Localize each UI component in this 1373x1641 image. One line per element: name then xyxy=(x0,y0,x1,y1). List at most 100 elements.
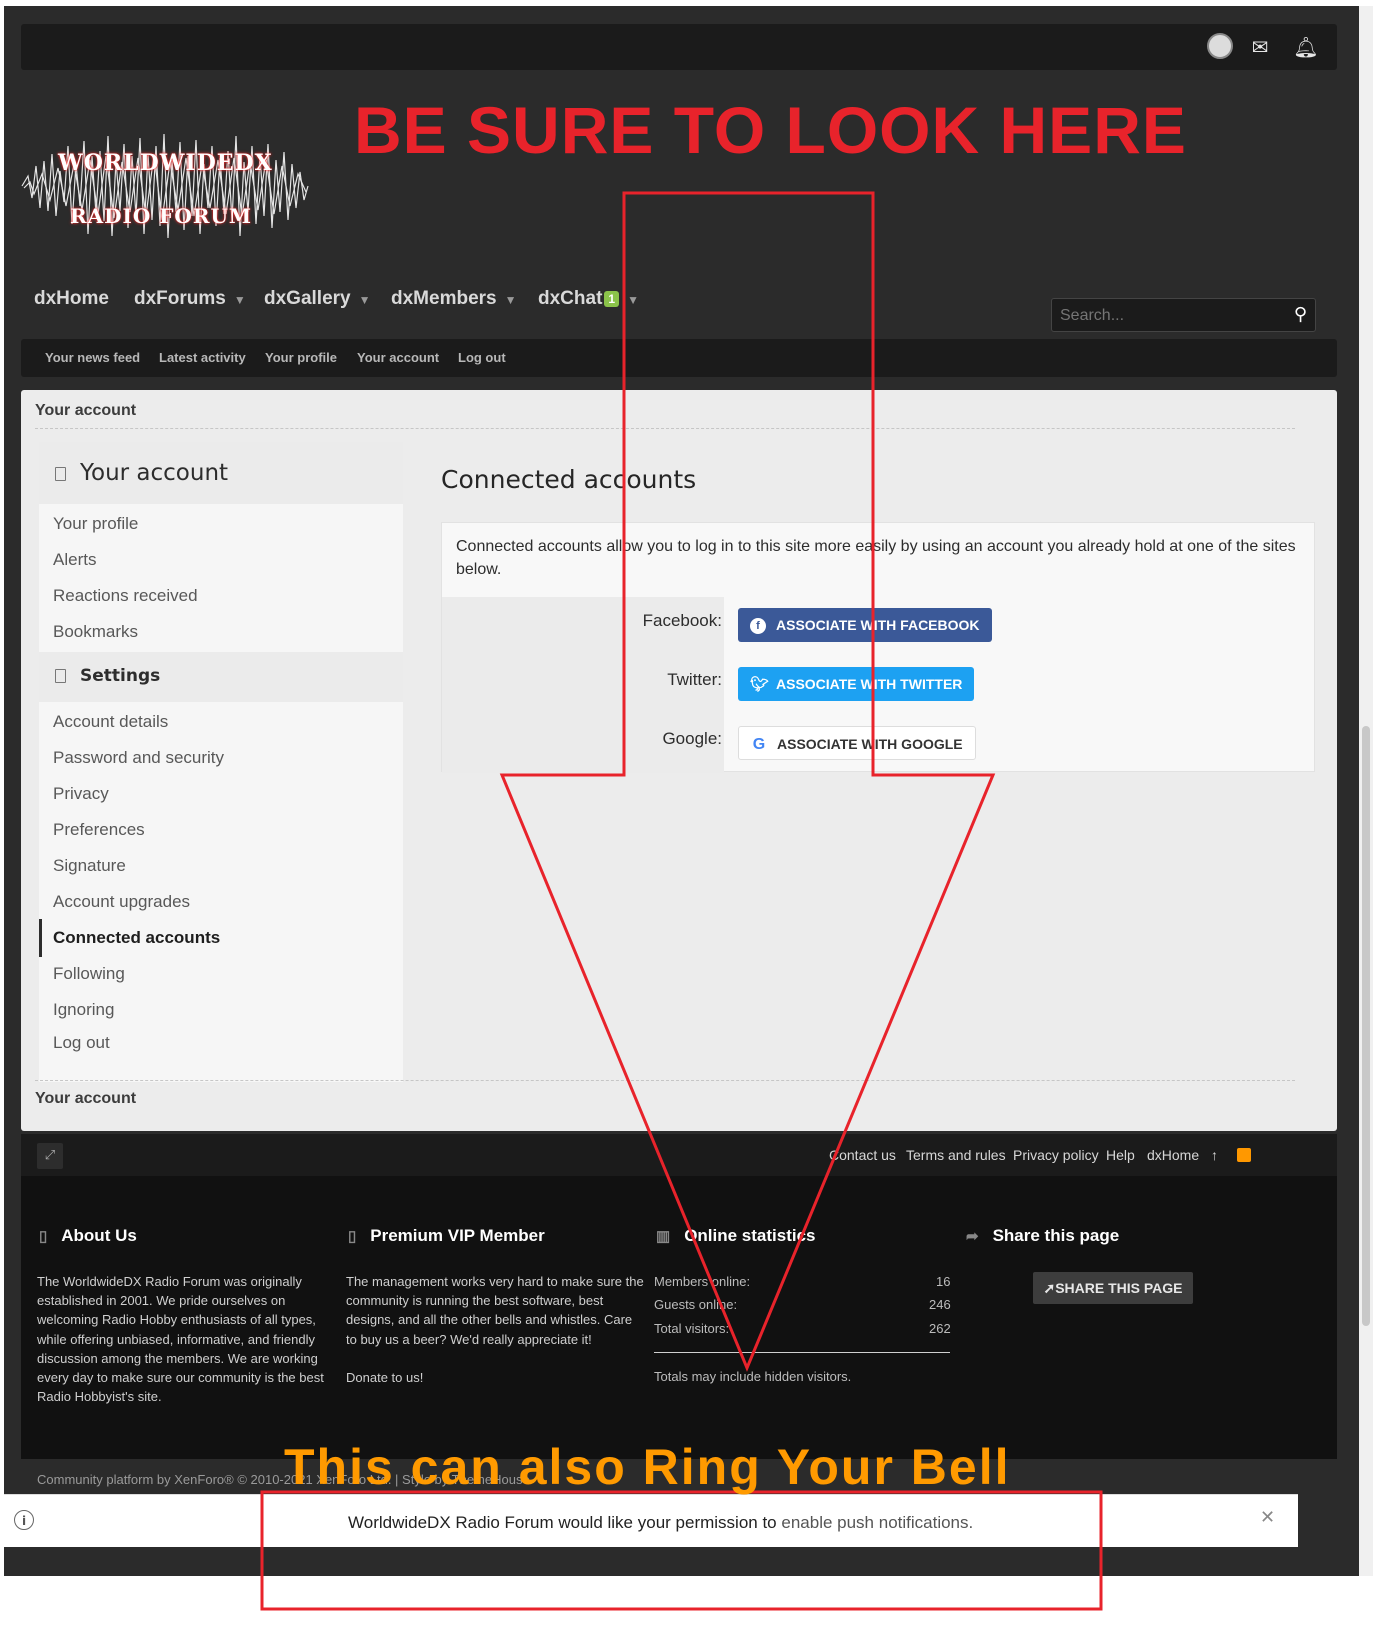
donate-link[interactable]: Donate to us! xyxy=(346,1370,423,1385)
subnav-latest-activity[interactable]: Latest activity xyxy=(159,350,246,365)
footer-link-dxhome[interactable]: dxHome xyxy=(1147,1147,1199,1163)
sidebar-item-account-details[interactable]: Account details xyxy=(53,712,168,732)
nav-dxgallery[interactable]: dxGallery ▼ xyxy=(264,288,371,310)
caret-down-icon[interactable]: ▼ xyxy=(359,293,371,307)
waveform-graphic xyxy=(21,133,309,239)
nav-label: dxChat xyxy=(538,288,603,309)
push-notification-bar: i WorldwideDX Radio Forum would like you… xyxy=(4,1494,1298,1547)
sidebar-item-following[interactable]: Following xyxy=(53,964,125,984)
enable-push-link[interactable]: enable push notifications. xyxy=(781,1513,973,1532)
sidebar-item-preferences[interactable]: Preferences xyxy=(53,820,145,840)
sidebar-item-password-security[interactable]: Password and security xyxy=(53,748,224,768)
stat-label: Total visitors: xyxy=(654,1321,730,1336)
document-icon: ▯ xyxy=(348,1228,357,1245)
document-icon xyxy=(55,669,66,683)
footer-link-contact[interactable]: Contact us xyxy=(829,1147,896,1163)
button-label: SHARE THIS PAGE xyxy=(1055,1280,1183,1296)
associate-facebook-button[interactable]: f ASSOCIATE WITH FACEBOOK xyxy=(738,608,992,642)
stats-title: ▥ Online statistics xyxy=(656,1226,816,1246)
breadcrumb-top[interactable]: Your account xyxy=(35,402,136,420)
search-icon[interactable]: ⚲ xyxy=(1294,304,1307,325)
active-indicator xyxy=(39,919,42,957)
scrollbar[interactable] xyxy=(1359,6,1373,1576)
nav-dxchat[interactable]: dxChat 1 ▼ xyxy=(538,288,639,310)
nav-label: dxHome xyxy=(34,288,109,309)
vip-text: The management works very hard to make s… xyxy=(346,1272,646,1387)
sidebar-item-reactions[interactable]: Reactions received xyxy=(53,586,198,606)
scrollbar-thumb[interactable] xyxy=(1362,726,1370,1326)
site-logo[interactable]: WORLDWIDEDX RADIO FORUM xyxy=(20,116,310,256)
caret-down-icon[interactable]: ▼ xyxy=(505,293,517,307)
arrow-up-icon[interactable]: ↑ xyxy=(1211,1147,1218,1163)
annotation-ring-text: This can also Ring Your Bell xyxy=(284,1439,1011,1495)
document-icon xyxy=(55,466,66,481)
nav-label: dxForums xyxy=(134,288,226,309)
account-content: Your account Your account Your profile A… xyxy=(21,390,1337,1131)
sidebar-item-alerts[interactable]: Alerts xyxy=(53,550,96,570)
stat-value: 16 xyxy=(936,1274,951,1289)
search-input[interactable] xyxy=(1052,299,1287,333)
sidebar-header-label: Your account xyxy=(80,460,229,486)
stats-note: Totals may include hidden visitors. xyxy=(654,1369,852,1384)
page-frame: ✉ 🔔︎ WORLDWIDEDX RADIO FORUM BE SURE TO … xyxy=(4,6,1370,1576)
caret-down-icon[interactable]: ▼ xyxy=(234,293,246,307)
top-user-bar: ✉ 🔔︎ xyxy=(21,24,1337,70)
bell-icon[interactable]: 🔔︎ xyxy=(1293,34,1319,60)
sub-nav: Your news feed Latest activity Your prof… xyxy=(21,339,1337,377)
inbox-icon[interactable]: ✉ xyxy=(1247,34,1273,60)
rss-icon[interactable] xyxy=(1237,1148,1251,1162)
about-title-label: About Us xyxy=(61,1226,137,1245)
subnav-news-feed[interactable]: Your news feed xyxy=(45,350,140,365)
vip-title: ▯ Premium VIP Member xyxy=(348,1226,545,1246)
sidebar-item-privacy[interactable]: Privacy xyxy=(53,784,109,804)
subnav-log-out[interactable]: Log out xyxy=(458,350,506,365)
associate-google-button[interactable]: G ASSOCIATE WITH GOOGLE xyxy=(738,726,976,760)
stat-value: 246 xyxy=(929,1297,951,1312)
sidebar-item-your-profile[interactable]: Your profile xyxy=(53,514,138,534)
footer-link-privacy[interactable]: Privacy policy xyxy=(1013,1147,1099,1163)
user-avatar[interactable] xyxy=(1207,33,1233,59)
nav-label: dxGallery xyxy=(264,288,351,309)
sidebar-item-log-out[interactable]: Log out xyxy=(53,1033,110,1053)
sidebar-item-account-upgrades[interactable]: Account upgrades xyxy=(53,892,190,912)
nav-dxhome[interactable]: dxHome xyxy=(34,288,109,310)
provider-label-facebook: Facebook: xyxy=(642,611,722,630)
chat-count-badge: 1 xyxy=(604,290,620,307)
sidebar-item-bookmarks[interactable]: Bookmarks xyxy=(53,622,138,642)
stats-title-label: Online statistics xyxy=(684,1226,816,1245)
footer-link-terms[interactable]: Terms and rules xyxy=(906,1147,1006,1163)
stat-label: Members online: xyxy=(654,1274,751,1289)
page-title: Connected accounts xyxy=(441,465,697,494)
info-icon[interactable]: i xyxy=(14,1510,34,1530)
sidebar-item-connected-accounts[interactable]: Connected accounts xyxy=(53,928,220,948)
share-this-page-button[interactable]: ➚SHARE THIS PAGE xyxy=(1033,1272,1193,1304)
expand-icon[interactable]: ⤢ xyxy=(37,1143,63,1169)
button-label: ASSOCIATE WITH GOOGLE xyxy=(777,736,963,752)
nav-dxmembers[interactable]: dxMembers ▼ xyxy=(391,288,517,310)
account-sidebar: Your account Your profile Alerts Reactio… xyxy=(39,442,403,1082)
share-icon: ➚ xyxy=(1043,1280,1056,1296)
bar-chart-icon: ▥ xyxy=(656,1228,671,1245)
button-label: ASSOCIATE WITH FACEBOOK xyxy=(776,617,980,633)
divider xyxy=(35,1080,1295,1081)
subnav-your-profile[interactable]: Your profile xyxy=(265,350,337,365)
sidebar-item-signature[interactable]: Signature xyxy=(53,856,126,876)
search-box: ⚲ xyxy=(1051,298,1316,333)
caret-down-icon[interactable]: ▼ xyxy=(627,293,639,307)
associate-twitter-button[interactable]: 🐦︎ ASSOCIATE WITH TWITTER xyxy=(738,667,975,701)
divider xyxy=(35,428,1295,429)
nav-dxforums[interactable]: dxForums ▼ xyxy=(134,288,246,310)
share-title: ➦ Share this page xyxy=(966,1226,1119,1246)
close-icon[interactable]: ✕ xyxy=(1260,1507,1275,1528)
stat-value: 262 xyxy=(929,1321,951,1336)
notification-message: WorldwideDX Radio Forum would like your … xyxy=(348,1513,973,1533)
sidebar-item-ignoring[interactable]: Ignoring xyxy=(53,1000,114,1020)
logo-line-1: WORLDWIDEDX xyxy=(58,150,273,176)
subnav-your-account[interactable]: Your account xyxy=(357,350,439,365)
about-title: ▯ About Us xyxy=(39,1226,137,1246)
breadcrumb-bottom[interactable]: Your account xyxy=(35,1090,136,1108)
about-text: The WorldwideDX Radio Forum was original… xyxy=(37,1274,324,1405)
footer-link-help[interactable]: Help xyxy=(1106,1147,1135,1163)
provider-label-google: Google: xyxy=(662,729,722,748)
google-icon: G xyxy=(752,736,766,754)
